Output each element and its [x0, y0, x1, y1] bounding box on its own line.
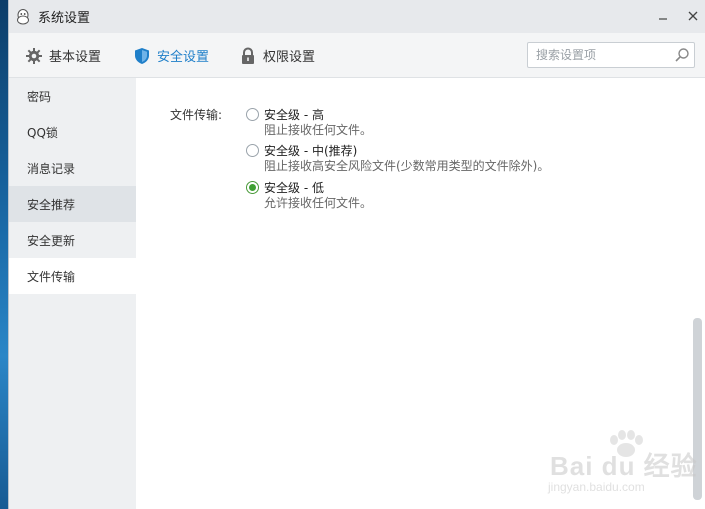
security-level-low-radio[interactable]: [246, 180, 259, 194]
security-level-medium-option: 安全级 - 中(推荐) 阻止接收高安全风险文件(少数常用类型的文件除外)。: [246, 142, 646, 173]
sidebar-item-security-recommend[interactable]: 安全推荐: [9, 186, 136, 222]
shield-icon: [133, 47, 151, 65]
penguin-icon: [15, 8, 31, 25]
sidebar-item-label: 安全推荐: [27, 197, 76, 212]
search-box: [527, 42, 695, 68]
security-level-medium-radio[interactable]: [246, 143, 259, 157]
sidebar-item-security-update[interactable]: 安全更新: [9, 222, 136, 258]
close-icon: [688, 11, 698, 21]
window-title: 系统设置: [38, 11, 91, 26]
sidebar-item-label: 安全更新: [27, 233, 76, 248]
settings-content: 文件传输: 安全级 - 高 阻止接收任何文件。 安全级 - 中(推荐) 阻止接收…: [136, 78, 705, 509]
security-level-low-radio-row[interactable]: 安全级 - 低: [246, 179, 646, 195]
security-level-high-radio[interactable]: [246, 107, 259, 121]
sidebar-item-label: QQ锁: [27, 125, 58, 140]
tab-basic-settings-label: 基本设置: [49, 50, 102, 65]
search-input[interactable]: [528, 43, 668, 67]
content-scrollbar[interactable]: [693, 318, 702, 500]
settings-window: 系统设置 基本设置 安全设置 权限设置 搜索设置项 密码 QQ锁 消息记录 安全…: [8, 0, 705, 509]
sidebar-item-label: 密码: [27, 89, 52, 104]
security-level-high-desc: 阻止接收任何文件。: [264, 123, 373, 137]
gear-icon: [25, 47, 43, 65]
settings-sidebar: 密码 QQ锁 消息记录 安全推荐 安全更新 文件传输: [9, 78, 136, 509]
lock-icon: [239, 46, 257, 65]
close-button[interactable]: [685, 8, 701, 24]
settings-toolbar: 基本设置 安全设置 权限设置: [9, 33, 705, 78]
security-level-high-option: 安全级 - 高 阻止接收任何文件。: [246, 106, 646, 137]
desktop-background: [0, 0, 8, 509]
tab-security-settings-label: 安全设置: [157, 50, 210, 65]
sidebar-item-password[interactable]: 密码: [9, 78, 136, 114]
tab-permission-settings-label: 权限设置: [263, 50, 316, 65]
sidebar-item-message-history[interactable]: 消息记录: [9, 150, 136, 186]
sidebar-item-file-transfer[interactable]: 文件传输: [9, 258, 136, 294]
tab-permission-settings[interactable]: 权限设置: [239, 33, 315, 78]
sidebar-item-qq-lock[interactable]: QQ锁: [9, 114, 136, 150]
security-level-medium-radio-row[interactable]: 安全级 - 中(推荐): [246, 142, 646, 158]
tab-security-settings[interactable]: 安全设置: [133, 33, 209, 78]
security-level-low-title: 安全级 - 低: [264, 180, 324, 195]
sidebar-item-label: 文件传输: [27, 269, 76, 284]
tab-basic-settings[interactable]: 基本设置: [25, 33, 101, 78]
security-level-medium-desc: 阻止接收高安全风险文件(少数常用类型的文件除外)。: [264, 159, 550, 173]
security-level-high-radio-row[interactable]: 安全级 - 高: [246, 106, 646, 122]
security-level-medium-title: 安全级 - 中(推荐): [264, 143, 358, 158]
minimize-button[interactable]: [655, 8, 671, 24]
security-level-low-desc: 允许接收任何文件。: [264, 196, 373, 210]
file-transfer-label: 文件传输:: [170, 108, 223, 122]
security-level-low-option: 安全级 - 低 允许接收任何文件。: [246, 179, 646, 210]
title-bar: 系统设置: [9, 0, 705, 33]
sidebar-item-label: 消息记录: [27, 161, 76, 176]
security-level-high-title: 安全级 - 高: [264, 107, 324, 122]
search-icon[interactable]: [674, 47, 690, 63]
